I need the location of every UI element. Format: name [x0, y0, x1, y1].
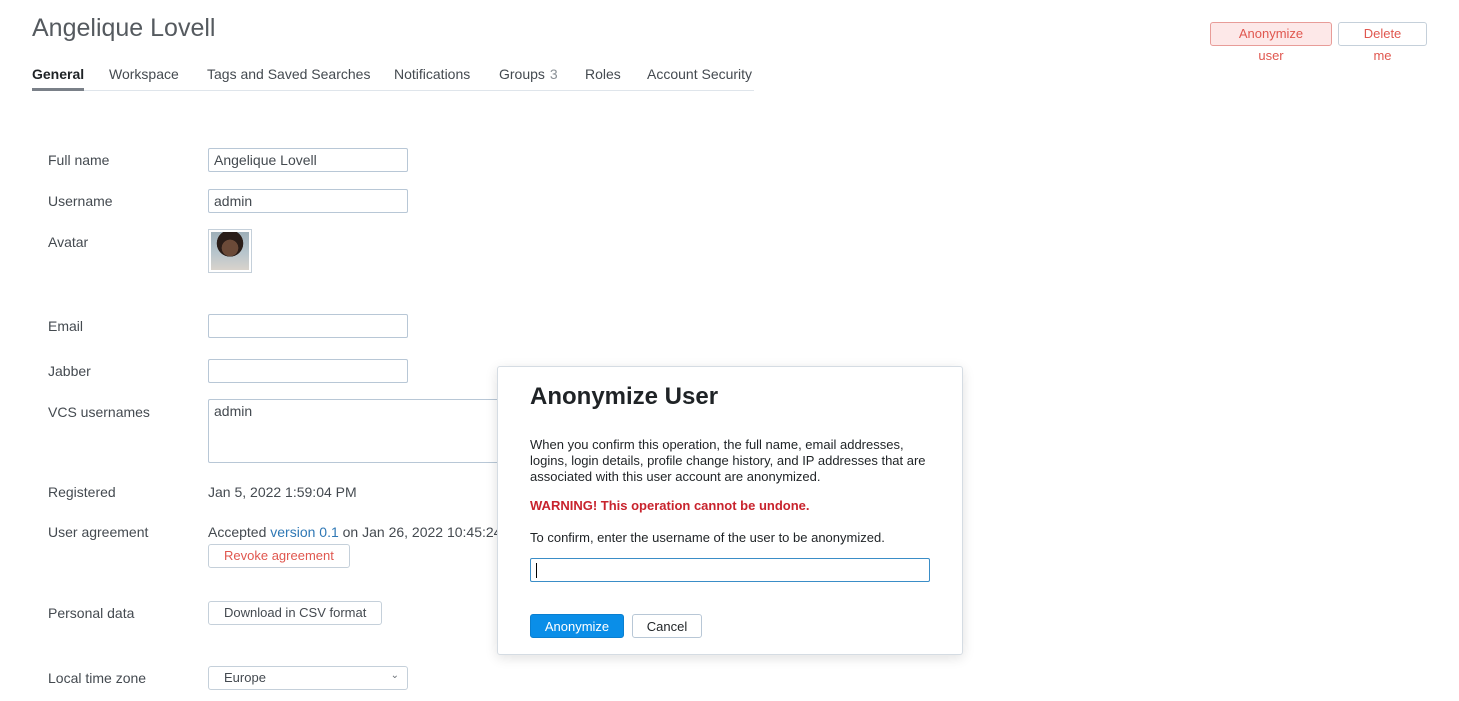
tab-roles[interactable]: Roles [585, 66, 621, 91]
jabber-label: Jabber [48, 363, 91, 379]
anonymize-user-dialog: Anonymize User When you confirm this ope… [497, 366, 963, 655]
agreement-date: on Jan 26, 2022 10:45:24 [342, 524, 502, 540]
user-agreement-label: User agreement [48, 524, 149, 540]
delete-me-button[interactable]: Delete me [1338, 22, 1427, 63]
agreement-version-link[interactable]: version 0.1 [270, 524, 338, 540]
tab-label: General [32, 66, 85, 82]
user-agreement-status: Accepted version 0.1 on Jan 26, 2022 10:… [208, 524, 501, 540]
time-zone-select[interactable]: Europe ⌄ [208, 666, 408, 690]
tab-label: Notifications [394, 66, 471, 82]
tab-label: Account Security [647, 66, 753, 82]
full-name-field[interactable]: Angelique Lovell [208, 148, 408, 172]
cancel-button[interactable]: Cancel [632, 614, 702, 638]
full-name-label: Full name [48, 152, 110, 168]
dialog-title: Anonymize User [530, 383, 719, 410]
dialog-description: When you confirm this operation, the ful… [530, 437, 926, 484]
page-title: Angelique Lovell [32, 14, 216, 42]
username-field[interactable]: admin [208, 189, 408, 213]
vcs-usernames-field[interactable]: admin [208, 399, 508, 463]
tab-account-security[interactable]: Account Security [647, 66, 752, 91]
tab-label: Groups [499, 66, 545, 82]
tab-groups[interactable]: Groups 3 [499, 66, 558, 91]
email-label: Email [48, 318, 84, 334]
avatar-label: Avatar [48, 234, 89, 250]
profile-tabs: General Workspace Tags and Saved Searche… [32, 66, 754, 91]
personal-data-label: Personal data [48, 605, 135, 621]
jabber-field[interactable] [208, 359, 408, 383]
confirm-username-input[interactable] [530, 558, 930, 582]
anonymize-confirm-button[interactable]: Anonymize [530, 614, 624, 638]
avatar[interactable] [208, 229, 252, 273]
time-zone-label: Local time zone [48, 670, 147, 686]
avatar-image [211, 232, 249, 270]
tab-label: Roles [585, 66, 621, 82]
chevron-down-icon: ⌄ [390, 670, 399, 681]
vcs-usernames-label: VCS usernames [48, 404, 150, 420]
email-field[interactable] [208, 314, 408, 338]
tab-label: Workspace [109, 66, 179, 82]
revoke-agreement-button[interactable]: Revoke agreement [208, 544, 350, 568]
download-csv-button[interactable]: Download in CSV format [208, 601, 383, 625]
text-caret [536, 563, 537, 578]
time-zone-value: Europe [224, 670, 266, 685]
anonymize-user-button[interactable]: Anonymize user [1210, 22, 1332, 63]
registered-value: Jan 5, 2022 1:59:04 PM [208, 484, 357, 500]
dialog-warning: WARNING! This operation cannot be undone… [530, 498, 810, 513]
registered-label: Registered [48, 484, 116, 500]
tab-label: Tags and Saved Searches [207, 66, 371, 82]
tab-workspace[interactable]: Workspace [109, 66, 179, 91]
agreement-prefix: Accepted [208, 524, 267, 540]
tab-notifications[interactable]: Notifications [394, 66, 470, 91]
groups-count-badge: 3 [549, 66, 558, 82]
username-label: Username [48, 193, 113, 209]
tab-tags-and-saved-searches[interactable]: Tags and Saved Searches [207, 66, 370, 91]
tab-general[interactable]: General [32, 66, 85, 91]
dialog-confirm-prompt: To confirm, enter the username of the us… [530, 530, 885, 545]
